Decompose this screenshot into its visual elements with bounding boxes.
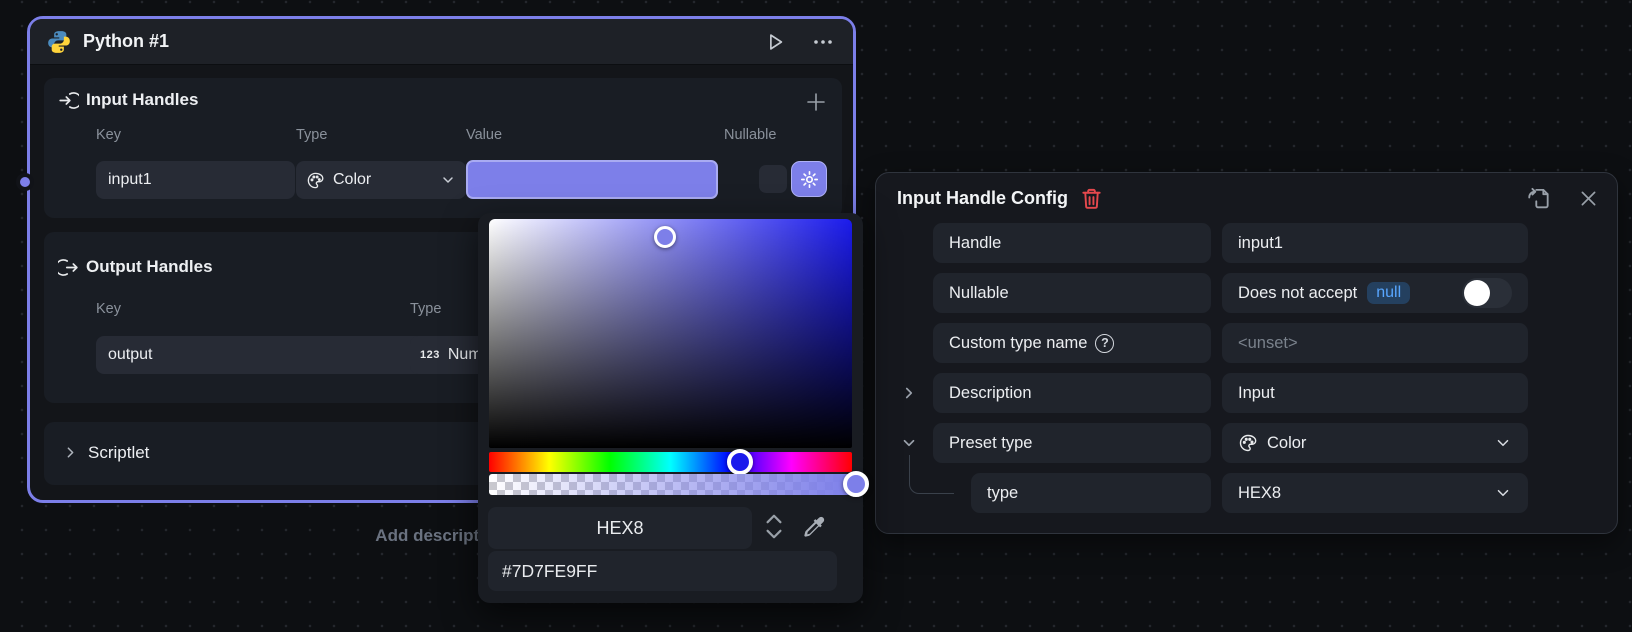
handle-key-input[interactable] [96,161,295,199]
expand-chevron-down-icon[interactable] [899,433,919,453]
node-menu-button[interactable] [811,30,835,54]
column-label-nullable: Nullable [724,127,776,143]
output-handles-icon [58,257,79,278]
gear-icon [799,169,820,190]
detach-panel-button[interactable] [1526,185,1552,211]
section-title-scriptlet: Scriptlet [88,443,149,463]
tree-connector [909,455,954,494]
node-connection-handle[interactable] [16,173,34,191]
column-label-key: Key [96,301,121,317]
config-row-value[interactable]: Input [1222,373,1528,413]
run-node-button[interactable] [764,31,786,53]
config-row-value[interactable]: input1 [1222,223,1528,263]
section-title-input-handles: Input Handles [86,90,198,110]
delete-handle-button[interactable] [1080,187,1103,210]
chevron-down-icon [1494,434,1512,452]
detach-page-icon [1526,185,1552,211]
palette-icon [306,171,325,190]
column-label-type: Type [410,301,441,317]
nullable-toggle[interactable] [1462,278,1512,308]
play-icon [764,31,786,53]
hue-slider[interactable] [489,452,852,472]
add-input-handle-button[interactable] [804,90,828,114]
chevron-down-icon [763,527,785,542]
hex-color-input[interactable] [488,551,837,591]
eyedropper-icon [800,514,827,541]
chevron-down-icon [440,172,456,188]
color-picker-popup: HEX8 [478,213,863,603]
handle-key-input[interactable] [96,336,424,374]
chevron-up-icon [763,511,785,526]
input-handles-section: Input Handles Key Type Value Nullable Co… [44,78,842,218]
config-row-label: Nullable [933,273,1211,313]
alpha-handle[interactable] [843,471,869,497]
number-type-icon: 123 [420,349,440,361]
input-handles-icon [58,90,79,111]
color-format-select[interactable]: HEX8 [488,507,752,549]
eyedropper-button[interactable] [800,514,827,541]
config-row-label: Custom type name ? [933,323,1211,363]
node-title: Python #1 [83,31,169,52]
config-row-value: Does not accept null [1222,273,1528,313]
alpha-slider[interactable] [489,474,852,495]
chevron-right-icon[interactable] [62,444,79,461]
toggle-knob [1464,280,1490,306]
palette-icon [1238,433,1258,453]
format-stepper[interactable] [763,511,785,542]
flow-editor-canvas[interactable]: Python #1 Input Handles Key Type Value N… [0,0,1632,632]
config-row-label: Description [933,373,1211,413]
value-color-swatch[interactable] [466,160,718,199]
config-row-label: Preset type [933,423,1211,463]
help-icon[interactable]: ? [1095,334,1114,353]
ellipsis-icon [811,30,835,54]
handle-type-select[interactable]: Color [296,161,466,199]
saturation-area[interactable] [489,219,852,448]
chevron-down-icon [1494,484,1512,502]
config-header: Input Handle Config [876,173,1617,219]
type-select-value: Color [333,171,371,189]
node-header[interactable]: Python #1 [30,19,853,65]
input-handle-config-panel: Input Handle Config Handle input1 Nullab… [875,172,1618,534]
saturation-handle[interactable] [654,226,676,248]
close-icon [1578,188,1599,209]
nullable-checkbox[interactable] [759,165,787,193]
trash-icon [1080,187,1103,210]
python-icon [46,29,72,55]
close-panel-button[interactable] [1578,188,1599,209]
column-label-type: Type [296,127,327,143]
column-label-value: Value [466,127,502,143]
column-label-key: Key [96,127,121,143]
color-format-value: HEX8 [596,518,643,539]
expand-chevron-right-icon[interactable] [899,383,919,403]
hue-handle[interactable] [727,449,753,475]
color-subtype-select[interactable]: HEX8 [1222,473,1528,513]
preset-type-select[interactable]: Color [1222,423,1528,463]
config-row-label: type [971,473,1211,513]
section-title-output-handles: Output Handles [86,257,213,277]
config-row-value[interactable]: <unset> [1222,323,1528,363]
plus-icon [804,90,828,114]
config-title: Input Handle Config [897,188,1068,209]
null-badge: null [1367,282,1410,304]
handle-settings-button[interactable] [791,161,827,197]
config-row-label: Handle [933,223,1211,263]
